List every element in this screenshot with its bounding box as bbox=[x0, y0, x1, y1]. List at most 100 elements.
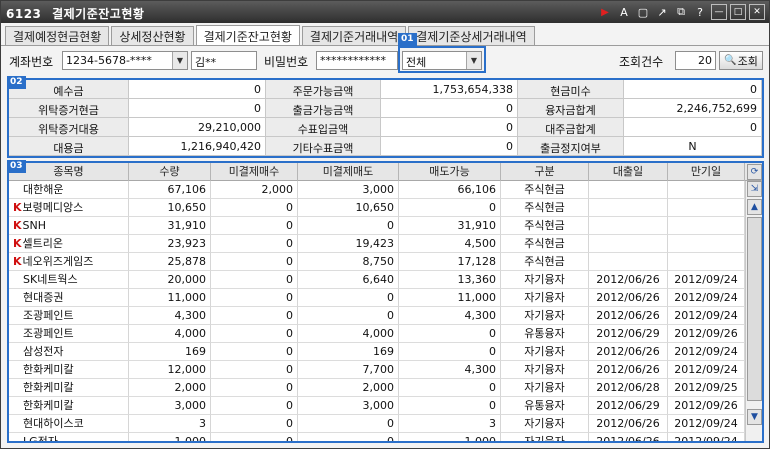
summary-value: 0 bbox=[381, 118, 518, 137]
copy-icon[interactable]: ⧉ bbox=[673, 4, 689, 20]
help-icon[interactable]: ? bbox=[692, 4, 708, 20]
summary-panel: 예수금 0 주문가능금액 1,753,654,338 현금미수 0 위탁증거현금 0 출금가능금… bbox=[7, 78, 764, 158]
cell-sell: 3,000 bbox=[298, 397, 399, 415]
summary-value: 2,246,752,699 bbox=[624, 99, 762, 118]
cell-buy: 0 bbox=[211, 307, 298, 325]
cell-buy: 0 bbox=[211, 379, 298, 397]
cell-qty: 67,106 bbox=[129, 181, 211, 199]
minimize-icon[interactable]: — bbox=[711, 4, 727, 20]
cell-avail: 4,300 bbox=[399, 307, 501, 325]
summary-label: 기타수표금액 bbox=[266, 137, 381, 156]
holdings-grid: 종목명 수량 미결제매수 미결제매도 매도가능 구분 대출일 만기일 대한해운 67,106 2,… bbox=[7, 161, 764, 443]
close-icon[interactable]: ✕ bbox=[749, 4, 765, 20]
vertical-scrollbar[interactable]: ⟳ ⇲ ▲ ▼ bbox=[745, 164, 762, 441]
column-header-due[interactable]: 만기일 bbox=[668, 163, 745, 181]
export-icon[interactable]: ⇲ bbox=[747, 181, 762, 197]
cell-due: 2012/09/26 bbox=[668, 325, 745, 343]
table-row[interactable]: 현대하이스코 3 0 0 3 자기융자 2012/06/26 2012/09/24 bbox=[9, 415, 745, 433]
table-row[interactable]: 현대증권 11,000 0 0 11,000 자기융자 2012/06/26 2012/09/… bbox=[9, 289, 745, 307]
scroll-thumb[interactable] bbox=[747, 217, 762, 401]
column-header-buy[interactable]: 미결제매수 bbox=[211, 163, 298, 181]
k-mark-icon: K bbox=[13, 237, 22, 250]
font-icon[interactable]: A bbox=[616, 4, 632, 20]
badge-03: 03 bbox=[7, 160, 26, 173]
cell-name: 조광페인트 bbox=[9, 325, 129, 343]
table-row[interactable]: K셀트리온 23,923 0 19,423 4,500 주식현금 bbox=[9, 235, 745, 253]
cell-buy: 0 bbox=[211, 199, 298, 217]
stock-name: 현대하이스코 bbox=[23, 417, 84, 430]
stock-name: 한화케미칼 bbox=[23, 363, 74, 376]
scroll-down-button[interactable]: ▼ bbox=[747, 409, 762, 425]
cell-buy: 0 bbox=[211, 325, 298, 343]
table-row[interactable]: K네오위즈게임즈 25,878 0 8,750 17,128 주식현금 bbox=[9, 253, 745, 271]
maximize-icon[interactable]: □ bbox=[730, 4, 746, 20]
table-row[interactable]: 한화케미칼 12,000 0 7,700 4,300 자기융자 2012/06/26 2012… bbox=[9, 361, 745, 379]
summary-value: 0 bbox=[129, 80, 266, 99]
table-row[interactable]: 한화케미칼 2,000 0 2,000 0 자기융자 2012/06/28 2012/09/2… bbox=[9, 379, 745, 397]
cell-name: 한화케미칼 bbox=[9, 397, 129, 415]
table-row[interactable]: 조광페인트 4,300 0 0 4,300 자기융자 2012/06/26 2012/09/2… bbox=[9, 307, 745, 325]
table-row[interactable]: 대한해운 67,106 2,000 3,000 66,106 주식현금 bbox=[9, 181, 745, 199]
tab-2[interactable]: 상세정산현황 bbox=[111, 26, 194, 46]
stock-name: 조광페인트 bbox=[23, 327, 74, 340]
tab-5[interactable]: 결제기준상세거래내역 bbox=[408, 26, 535, 46]
chevron-down-icon[interactable]: ▼ bbox=[172, 52, 187, 69]
cell-sell: 7,700 bbox=[298, 361, 399, 379]
play-icon[interactable]: ▶ bbox=[597, 4, 613, 20]
table-row[interactable]: 조광페인트 4,000 0 4,000 0 유통융자 2012/06/29 2012/09/2… bbox=[9, 325, 745, 343]
cell-name: 현대하이스코 bbox=[9, 415, 129, 433]
password-field[interactable]: ************ bbox=[316, 51, 398, 70]
cell-due: 2012/09/24 bbox=[668, 415, 745, 433]
stock-name: LG전자 bbox=[23, 435, 58, 443]
tab-4[interactable]: 결제기준거래내역 bbox=[301, 26, 407, 46]
memo-icon[interactable]: ▢ bbox=[635, 4, 651, 20]
cell-avail: 17,128 bbox=[399, 253, 501, 271]
cell-buy: 0 bbox=[211, 343, 298, 361]
refresh-icon[interactable]: ⟳ bbox=[747, 164, 762, 180]
column-header-qty[interactable]: 수량 bbox=[129, 163, 211, 181]
stock-name: 삼성전자 bbox=[23, 345, 64, 358]
stock-name: 대한해운 bbox=[23, 183, 64, 196]
cell-avail: 11,000 bbox=[399, 289, 501, 307]
cell-name: 삼성전자 bbox=[9, 343, 129, 361]
tab-1[interactable]: 결제예정현금현황 bbox=[5, 26, 110, 46]
cell-due: 2012/09/24 bbox=[668, 361, 745, 379]
summary-row: 위탁증거대용 29,210,000 수표입금액 0 대주금합계 0 bbox=[9, 118, 762, 137]
search-button[interactable]: 🔍 조회 bbox=[719, 51, 763, 70]
tab-strip: 결제예정현금현황 상세정산현황 결제기준잔고현황 결제기준거래내역 결제기준상세거래내역 bbox=[5, 25, 537, 46]
stock-name: 한화케미칼 bbox=[23, 399, 74, 412]
cell-sell: 4,000 bbox=[298, 325, 399, 343]
summary-label: 출금정지여부 bbox=[518, 137, 624, 156]
cell-type: 유통융자 bbox=[501, 397, 589, 415]
column-header-avail[interactable]: 매도가능 bbox=[399, 163, 501, 181]
table-row[interactable]: K보령메디앙스 10,650 0 10,650 0 주식현금 bbox=[9, 199, 745, 217]
table-row[interactable]: 삼성전자 169 0 169 0 자기융자 2012/06/26 2012/09/24 bbox=[9, 343, 745, 361]
table-row[interactable]: 한화케미칼 3,000 0 3,000 0 유통융자 2012/06/29 2012/09/2… bbox=[9, 397, 745, 415]
table-row[interactable]: SK네트웍스 20,000 0 6,640 13,360 자기융자 2012/06/26 20… bbox=[9, 271, 745, 289]
cell-avail: 1,000 bbox=[399, 433, 501, 441]
count-field[interactable]: 20 bbox=[675, 51, 716, 70]
cell-qty: 10,650 bbox=[129, 199, 211, 217]
scroll-up-button[interactable]: ▲ bbox=[747, 199, 762, 215]
stock-name: 조광페인트 bbox=[23, 309, 74, 322]
k-mark-icon: K bbox=[13, 255, 22, 268]
column-header-sell[interactable]: 미결제매도 bbox=[298, 163, 399, 181]
link-icon[interactable]: ↗ bbox=[654, 4, 670, 20]
cell-type: 주식현금 bbox=[501, 217, 589, 235]
column-header-loan[interactable]: 대출일 bbox=[589, 163, 668, 181]
main-window: 6123 결제기준잔고현황 ▶ A ▢ ↗ ⧉? — □ ✕ 결제예정현금현황 상세정산현황 결제… bbox=[0, 0, 770, 449]
table-row[interactable]: KSNH 31,910 0 0 31,910 주식현금 bbox=[9, 217, 745, 235]
cell-sell: 2,000 bbox=[298, 379, 399, 397]
table-row[interactable]: LG전자 1,000 0 0 1,000 자기융자 2012/06/26 2012/09/24 bbox=[9, 433, 745, 443]
cell-loan: 2012/06/29 bbox=[589, 325, 668, 343]
screen-code: 6123 bbox=[6, 7, 42, 21]
cell-loan: 2012/06/26 bbox=[589, 433, 668, 441]
cell-buy: 0 bbox=[211, 433, 298, 441]
cell-loan bbox=[589, 217, 668, 235]
column-header-name[interactable]: 종목명 bbox=[9, 163, 129, 181]
tab-3[interactable]: 결제기준잔고현황 bbox=[195, 25, 300, 46]
account-combo[interactable]: 1234-5678-**** ▼ bbox=[62, 51, 188, 70]
column-header-type[interactable]: 구분 bbox=[501, 163, 589, 181]
cell-name: K보령메디앙스 bbox=[9, 199, 129, 217]
summary-label: 수표입금액 bbox=[266, 118, 381, 137]
